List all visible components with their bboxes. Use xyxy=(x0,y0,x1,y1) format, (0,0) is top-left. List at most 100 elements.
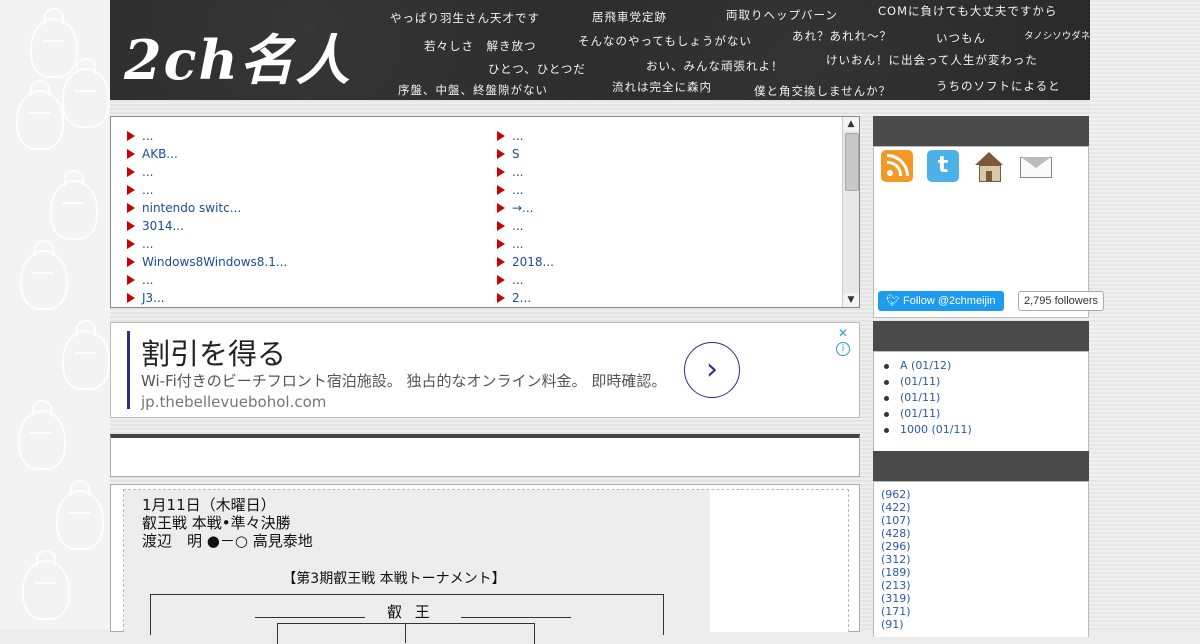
list-item-link[interactable]: AKB... xyxy=(142,147,178,161)
list-item[interactable]: ... xyxy=(127,163,287,181)
list-item[interactable]: (428) xyxy=(874,527,1088,540)
list-item[interactable]: 2... xyxy=(497,289,554,307)
mail-icon[interactable] xyxy=(1019,150,1052,182)
header-phrase: 両取りヘップバーン xyxy=(726,8,838,22)
list-item[interactable]: J3... xyxy=(127,289,287,307)
red-arrow-icon xyxy=(127,221,135,231)
list-item-link[interactable]: ... xyxy=(512,129,523,143)
list-item[interactable]: (422) xyxy=(874,501,1088,514)
list-item-link[interactable]: ... xyxy=(142,273,153,287)
site-header-banner[interactable]: 2ch名人 やっぱり羽生さん天才です 居飛車党定跡 両取りヘップバーン COMに… xyxy=(110,0,1090,100)
list-item-link[interactable]: ... xyxy=(142,237,153,251)
header-phrase: けいおん！に出会って人生が変わった xyxy=(826,53,1038,67)
list-item[interactable]: (01/11) xyxy=(874,406,1088,422)
scroll-down-icon[interactable]: ▼ xyxy=(843,293,859,307)
list-item[interactable]: 1000 (01/11) xyxy=(874,422,1088,438)
advertisement-banner[interactable]: 割引を得る Wi-Fi付きのビーチフロント宿泊施設。 独占的なオンライン料金。 … xyxy=(110,322,860,418)
list-item[interactable]: ... xyxy=(127,181,287,199)
list-item[interactable]: (319) xyxy=(874,592,1088,605)
list-item[interactable]: (962) xyxy=(874,488,1088,501)
mascot-decoration xyxy=(50,170,98,240)
followers-count: 2,795 followers xyxy=(1018,291,1104,311)
red-arrow-icon xyxy=(127,293,135,303)
list-item[interactable]: ... xyxy=(497,235,554,253)
ad-url[interactable]: jp.thebellevuebohol.com xyxy=(141,393,326,411)
scrollbar-thumb[interactable] xyxy=(845,133,859,191)
list-item-link[interactable]: →... xyxy=(512,201,534,215)
list-item-link[interactable]: ... xyxy=(142,183,153,197)
list-item[interactable]: (01/11) xyxy=(874,390,1088,406)
list-item[interactable]: (107) xyxy=(874,514,1088,527)
scroll-up-icon[interactable]: ▲ xyxy=(843,117,859,131)
ad-next-button[interactable]: › xyxy=(684,342,740,398)
header-phrase: 僕と角交換しませんか？ xyxy=(754,84,892,98)
list-item[interactable]: A (01/12) xyxy=(874,358,1088,374)
list-item[interactable]: ... xyxy=(497,271,554,289)
mascot-decoration xyxy=(62,58,110,128)
list-item[interactable]: →... xyxy=(497,199,554,217)
list-item-link[interactable]: ... xyxy=(512,273,523,287)
twitter-bird-icon: 🐦︎ xyxy=(886,295,900,307)
list-item-link[interactable]: Windows8Windows8.1... xyxy=(142,255,287,269)
category-counts-box: (962) (422) (107) (428) (296) (312) (189… xyxy=(873,481,1089,637)
list-item[interactable]: (171) xyxy=(874,605,1088,618)
list-item-link[interactable]: ... xyxy=(142,165,153,179)
list-item[interactable]: ... xyxy=(127,127,287,145)
list-item[interactable]: (213) xyxy=(874,579,1088,592)
site-logo[interactable]: 2ch名人 xyxy=(124,16,352,95)
list-item[interactable]: ... xyxy=(127,235,287,253)
list-item-link[interactable]: 2018... xyxy=(512,255,554,269)
list-item[interactable]: AKB... xyxy=(127,145,287,163)
bracket-top-label: 叡 王 xyxy=(387,603,434,621)
list-item[interactable]: (91) xyxy=(874,618,1088,631)
rss-icon[interactable] xyxy=(881,150,913,182)
twitter-icon[interactable]: t xyxy=(927,150,959,182)
list-item-link[interactable]: ... xyxy=(512,237,523,251)
list-item-link[interactable]: 2... xyxy=(512,291,531,305)
header-phrase: おい、みんな頑張れよ！ xyxy=(646,59,784,73)
list-item-link[interactable]: nintendo switc... xyxy=(142,201,241,215)
twitter-follow-button[interactable]: 🐦︎ Follow @2chmeijin xyxy=(878,291,1004,311)
list-item[interactable]: ... xyxy=(497,217,554,235)
ad-headline[interactable]: 割引を得る xyxy=(141,331,286,373)
list-item[interactable]: ... xyxy=(127,271,287,289)
list-item-link[interactable]: ... xyxy=(512,183,523,197)
list-item[interactable]: 3014... xyxy=(127,217,287,235)
list-scrollbar[interactable]: ▲ ▼ xyxy=(842,117,859,307)
list-item-link[interactable]: ... xyxy=(512,219,523,233)
list-item-link[interactable]: ... xyxy=(512,165,523,179)
list-item-link[interactable]: J3... xyxy=(142,291,165,305)
list-item[interactable]: (01/11) xyxy=(874,374,1088,390)
header-phrase: 居飛車党定跡 xyxy=(592,10,667,24)
sidebar-section-header xyxy=(873,451,1089,481)
links-column-left: ... AKB... ... ... nintendo switc... 301… xyxy=(127,127,287,307)
close-icon[interactable]: ✕ xyxy=(836,326,850,340)
related-links-box[interactable]: ... AKB... ... ... nintendo switc... 301… xyxy=(110,116,860,308)
list-item[interactable]: ... xyxy=(497,127,554,145)
red-arrow-icon xyxy=(127,239,135,249)
red-arrow-icon xyxy=(497,257,505,267)
article-content-frame: 1月11日（木曜日） 叡王戦 本戦•準々決勝 渡辺 明 ●－○ 高見泰地 【第3… xyxy=(123,489,849,644)
bracket-line xyxy=(255,617,365,618)
list-item[interactable]: Windows8Windows8.1... xyxy=(127,253,287,271)
list-item-link[interactable]: ... xyxy=(142,129,153,143)
list-item-link[interactable]: S xyxy=(512,147,520,161)
ad-description[interactable]: Wi-Fi付きのビーチフロント宿泊施設。 独占的なオンライン料金。 即時確認。 … xyxy=(141,371,681,413)
list-item[interactable]: S xyxy=(497,145,554,163)
list-item[interactable]: ... xyxy=(497,181,554,199)
right-background-pattern xyxy=(1090,0,1200,630)
ad-description-text: Wi-Fi付きのビーチフロント宿泊施設。 独占的なオンライン料金。 即時確認。 xyxy=(141,372,667,390)
list-item[interactable]: (189) xyxy=(874,566,1088,579)
list-item[interactable]: (312) xyxy=(874,553,1088,566)
list-item-link[interactable]: 3014... xyxy=(142,219,184,233)
bracket-line xyxy=(405,623,406,643)
red-arrow-icon xyxy=(127,185,135,195)
list-item[interactable]: ... xyxy=(497,163,554,181)
mascot-decoration xyxy=(62,320,110,390)
info-icon[interactable]: i xyxy=(836,342,850,356)
list-item[interactable]: nintendo switc... xyxy=(127,199,287,217)
list-item[interactable]: 2018... xyxy=(497,253,554,271)
list-item[interactable]: (296) xyxy=(874,540,1088,553)
header-phrase: COMに負けても大丈夫ですから xyxy=(878,4,1058,18)
home-icon[interactable] xyxy=(973,150,1005,182)
